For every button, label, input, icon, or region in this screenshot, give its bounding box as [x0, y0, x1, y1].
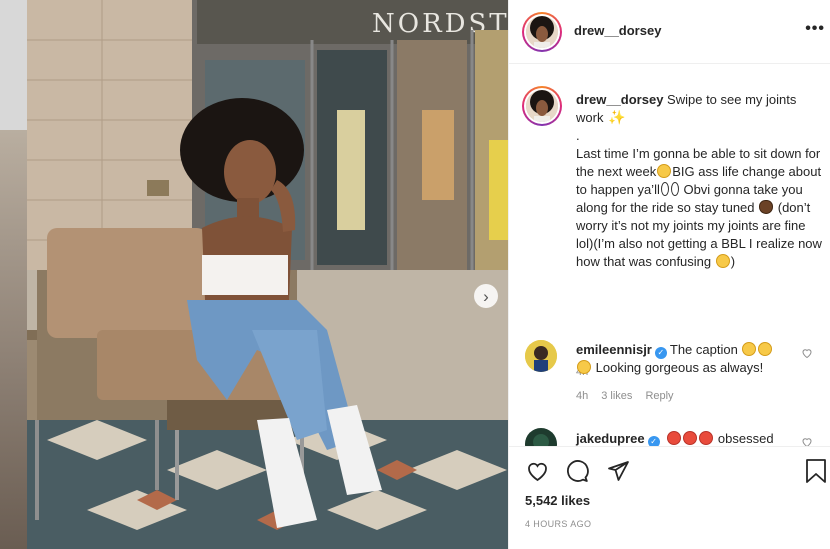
grimace-emoji [758, 342, 773, 356]
commenter-avatar[interactable] [525, 340, 557, 372]
comment-body-2: Looking gorgeous as always! [595, 360, 764, 375]
comment-text: emileennisjr ✓ The caption Looking gorgeou… [576, 341, 798, 377]
comment-icon[interactable] [565, 459, 589, 483]
caption-line-5: ) [730, 254, 736, 269]
comment-likes[interactable]: 3 likes [601, 390, 632, 402]
heart-eyes-emoji [699, 431, 714, 445]
heart-icon[interactable] [525, 459, 550, 483]
comment-time[interactable]: 4h [576, 390, 588, 402]
caption-username[interactable]: drew__dorsey [576, 92, 663, 107]
post-header: drew__dorsey ••• [509, 0, 830, 64]
heart-eyes-emoji [667, 431, 682, 445]
heart-icon[interactable] [801, 436, 813, 446]
verified-icon: ✓ [647, 436, 660, 446]
verified-icon: ✓ [654, 347, 667, 359]
heart-icon[interactable] [801, 347, 813, 359]
more-icon[interactable]: ••• [805, 20, 825, 38]
commenter-avatar[interactable] [525, 428, 557, 446]
share-icon[interactable] [606, 459, 630, 483]
sparkle-emoji: ✨ [608, 109, 626, 125]
post-photo[interactable]: NORDST › [27, 0, 508, 549]
likes-count[interactable]: 5,542 likes [525, 493, 590, 508]
comment-body: obsessed [717, 431, 774, 446]
comment-username[interactable]: jakedupree [576, 431, 645, 446]
heart-eyes-emoji [683, 431, 698, 445]
caption-line-dot: . [576, 128, 580, 143]
grimace-emoji [577, 360, 591, 374]
post-timestamp[interactable]: 4 HOURS AGO [525, 519, 591, 529]
chevron-right-icon: › [483, 286, 489, 306]
comment-text: jakedupree ✓ obsessed [576, 430, 798, 446]
next-photo-button[interactable]: › [474, 284, 498, 308]
bookmark-icon[interactable] [805, 459, 827, 483]
comment-body: The caption [669, 342, 738, 357]
grimace-emoji [657, 164, 672, 178]
comments-list[interactable]: drew__dorsey Swipe to see my joints work… [509, 64, 830, 446]
comment-meta: 4h 3 likes Reply [576, 390, 687, 402]
grimace-emoji [715, 254, 730, 268]
photo-illustration: NORDST [27, 0, 508, 549]
hand-emoji [759, 200, 774, 214]
eye-emoji [670, 182, 679, 196]
caption-avatar[interactable] [522, 86, 562, 126]
reply-button[interactable]: Reply [645, 390, 673, 402]
modal-backdrop[interactable] [0, 0, 27, 549]
header-username[interactable]: drew__dorsey [574, 23, 661, 38]
comment-username[interactable]: emileennisjr [576, 342, 652, 357]
caption-text: drew__dorsey Swipe to see my joints work… [576, 91, 822, 271]
eye-emoji [660, 182, 669, 196]
grimace-emoji [742, 342, 757, 356]
avatar[interactable] [522, 12, 562, 52]
post-actions: 5,542 likes 4 HOURS AGO [509, 446, 830, 549]
post-side-panel: drew__dorsey ••• drew__dorsey Swipe to s… [508, 0, 830, 549]
